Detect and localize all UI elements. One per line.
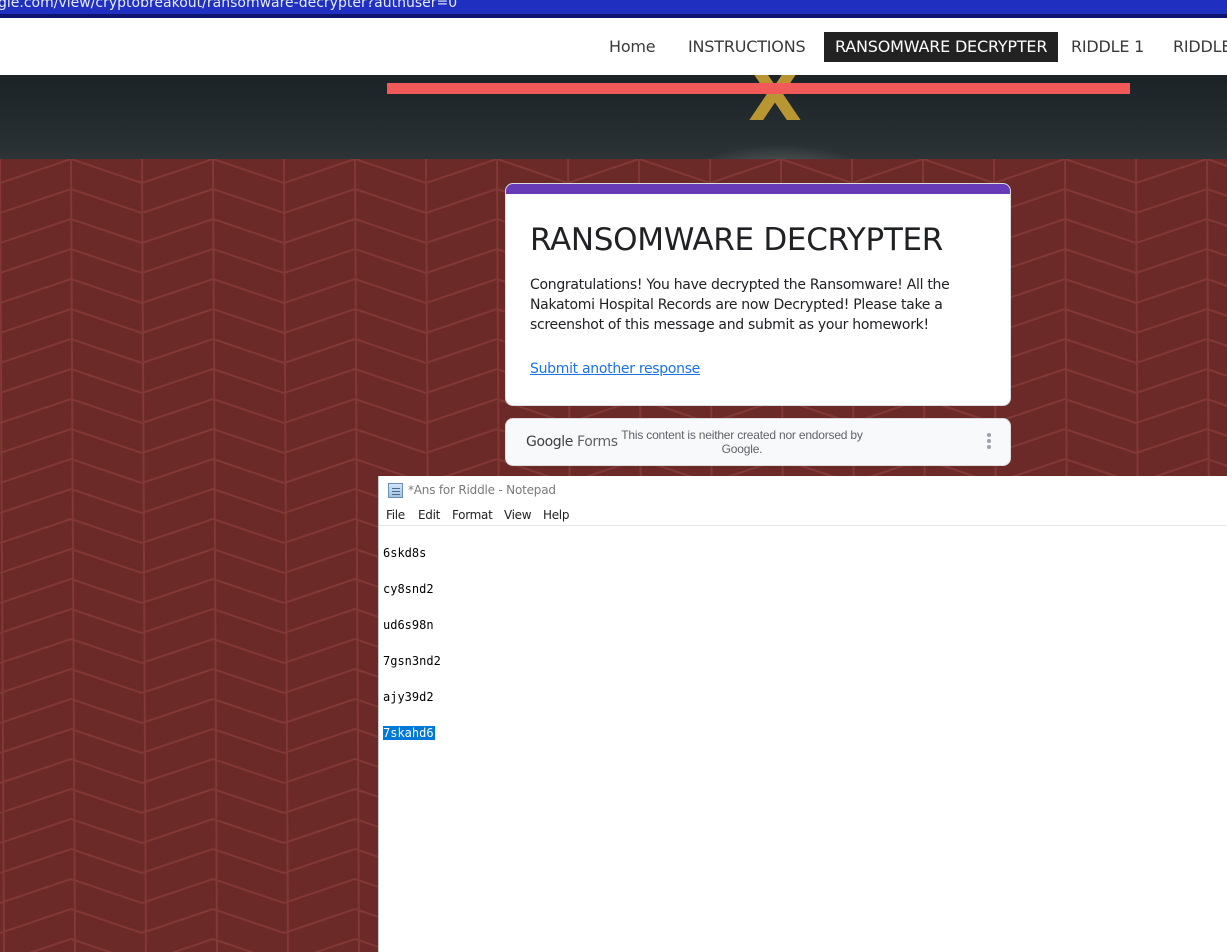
nav-item-riddle-1[interactable]: RIDDLE 1 <box>1060 32 1155 62</box>
submit-another-response-link[interactable]: Submit another response <box>530 361 700 377</box>
text-line-1: 6skd8s <box>383 546 427 560</box>
forms-disclaimer: This content is neither created nor endo… <box>621 428 863 456</box>
confirmation-message: Congratulations! You have decrypted the … <box>530 277 950 333</box>
text-line-2: cy8snd2 <box>383 582 434 596</box>
menu-help[interactable]: Help <box>543 508 569 522</box>
menu-view[interactable]: View <box>504 508 532 522</box>
hero-accent-bar <box>387 83 1130 94</box>
notepad-icon <box>388 483 403 498</box>
text-line-3: ud6s98n <box>383 618 434 632</box>
menu-edit[interactable]: Edit <box>418 508 440 522</box>
notepad-window: *Ans for Riddle - Notepad File Edit Form… <box>378 476 1227 952</box>
notepad-menu-bar: File Edit Format View Help <box>379 505 1227 526</box>
menu-format[interactable]: Format <box>452 508 493 522</box>
form-header-accent <box>506 184 1010 194</box>
menu-file[interactable]: File <box>386 508 405 522</box>
text-line-6-selected: 7skahd6 <box>383 726 435 740</box>
nav-item-instructions[interactable]: INSTRUCTIONS <box>677 32 816 62</box>
nav-item-ransomware-decrypter[interactable]: RANSOMWARE DECRYPTER <box>824 32 1059 62</box>
browser-address-bar[interactable]: gle.com/view/cryptobreakout/ransomware-d… <box>0 0 1227 14</box>
nav-item-riddle-2[interactable]: RIDDLE <box>1162 32 1227 62</box>
google-logo-text: Google <box>526 434 573 450</box>
text-line-4: 7gsn3nd2 <box>383 654 441 668</box>
form-confirmation-card: RANSOMWARE DECRYPTER Congratulations! Yo… <box>505 183 1011 406</box>
nav-item-home[interactable]: Home <box>598 32 666 62</box>
notepad-title: *Ans for Riddle - Notepad <box>408 483 556 497</box>
google-forms-logo[interactable]: Google Forms <box>526 434 618 450</box>
google-forms-footer: Google Forms This content is neither cre… <box>505 418 1011 466</box>
text-line-5: ajy39d2 <box>383 690 434 704</box>
url-text: gle.com/view/cryptobreakout/ransomware-d… <box>0 0 458 11</box>
notepad-title-bar[interactable]: *Ans for Riddle - Notepad <box>379 476 1227 505</box>
form-title: RANSOMWARE DECRYPTER <box>530 222 943 258</box>
more-options-icon[interactable] <box>986 433 992 451</box>
hero-banner-image: X <box>0 75 1227 159</box>
site-navigation: Home INSTRUCTIONS RANSOMWARE DECRYPTER R… <box>0 18 1227 75</box>
